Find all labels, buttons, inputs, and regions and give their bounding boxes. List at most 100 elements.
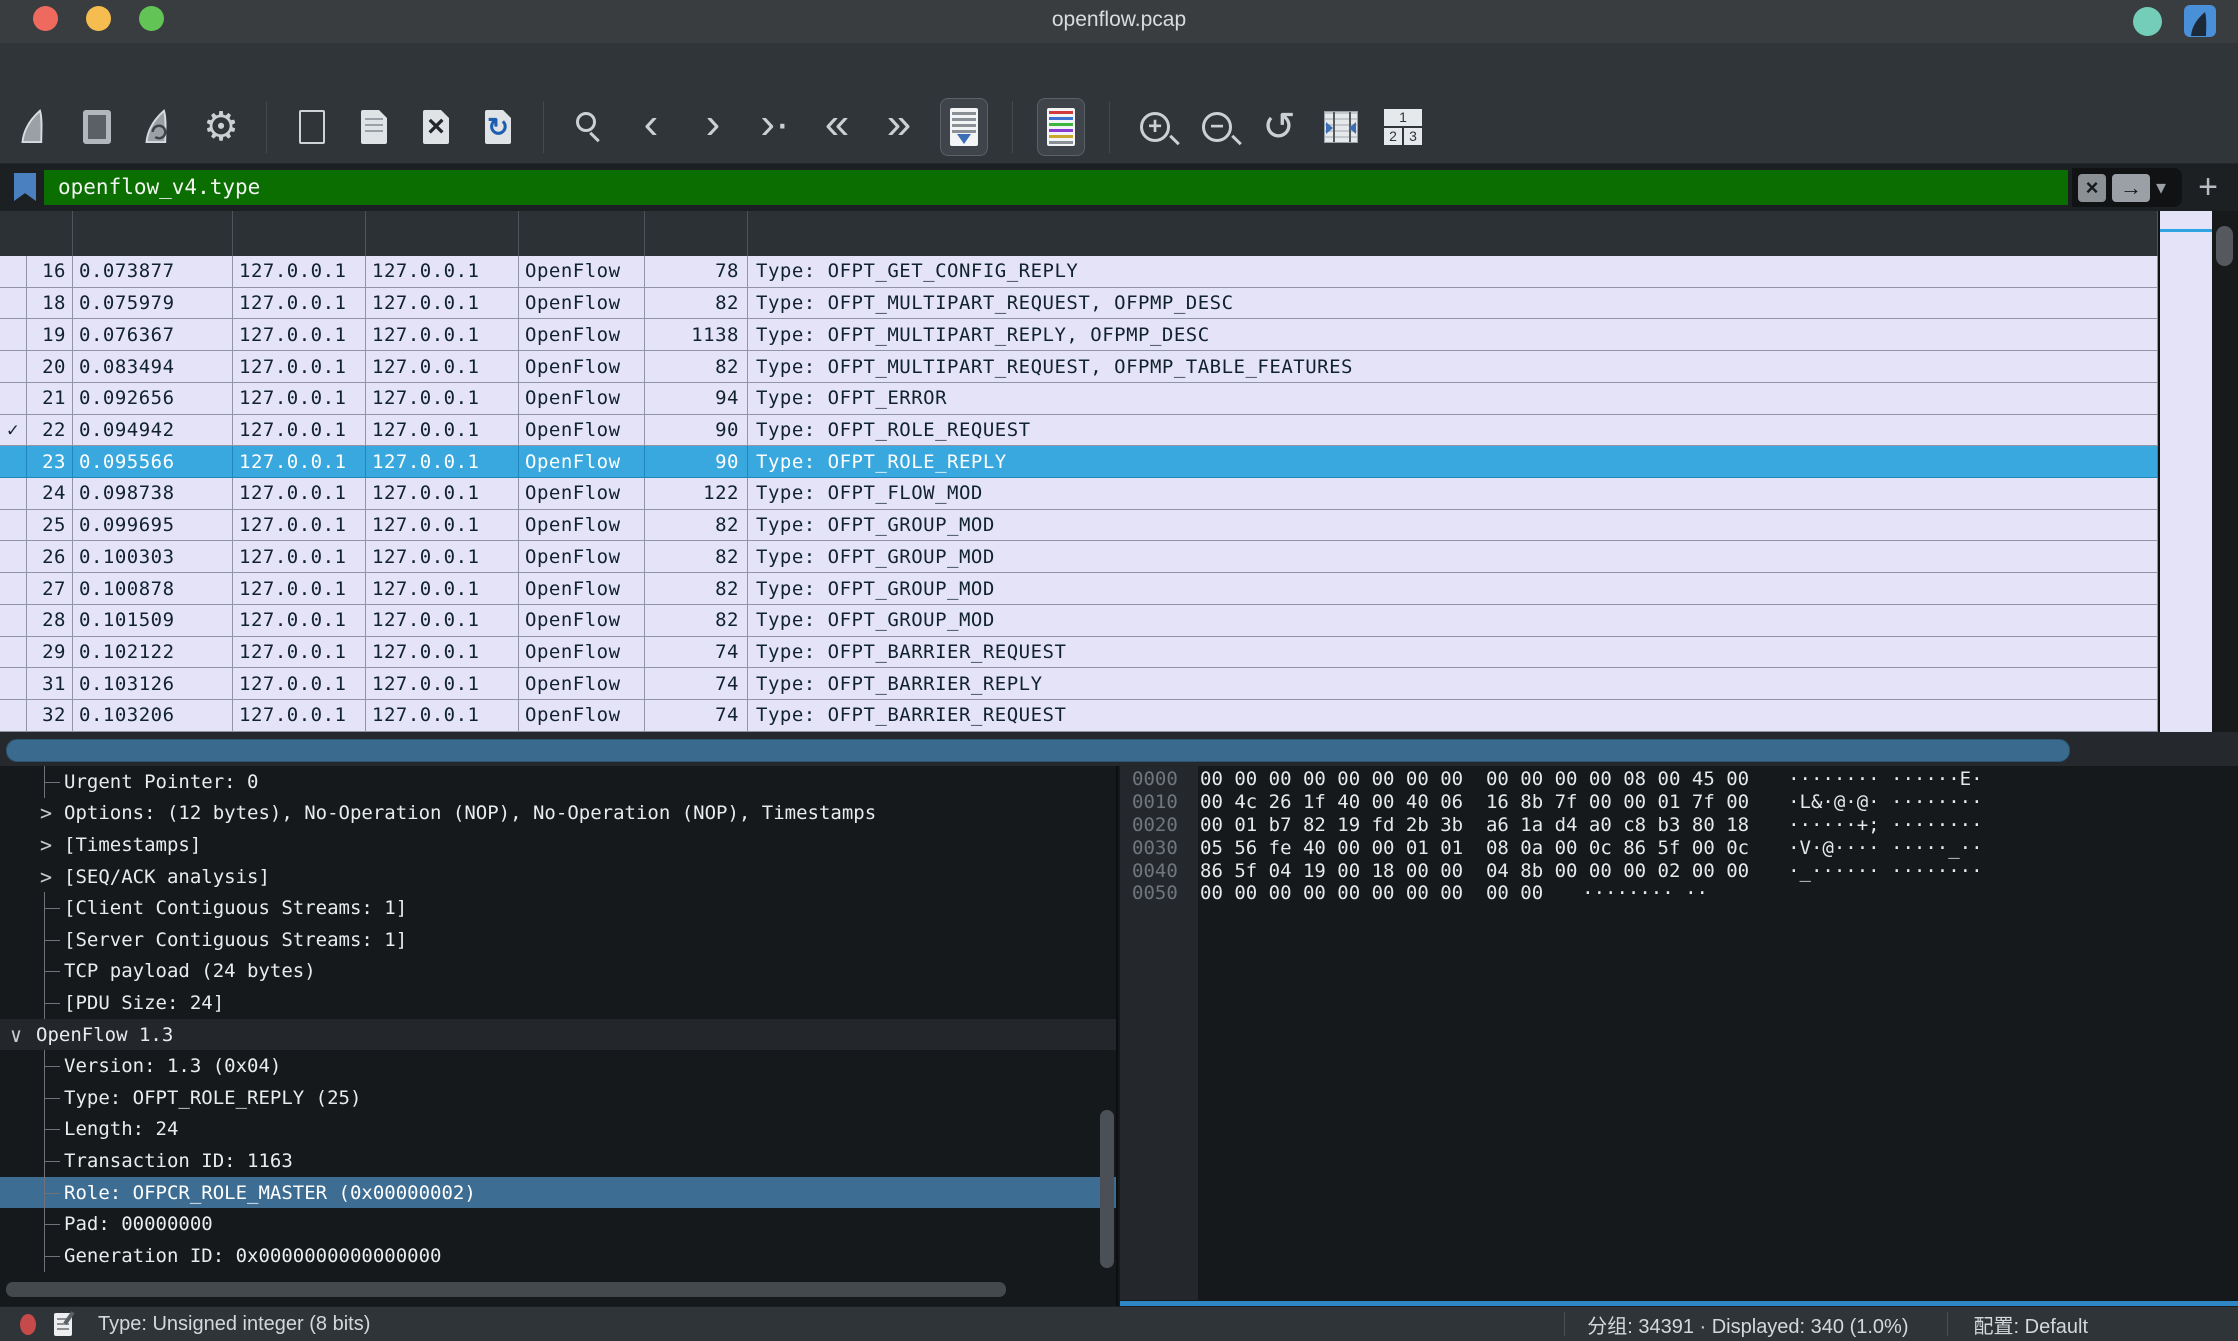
tree-expander-icon[interactable]	[38, 1114, 42, 1146]
packet-row[interactable]: ✓ 22 0.094942 127.0.0.1 127.0.0.1 OpenFl…	[0, 415, 2158, 447]
hex-row[interactable]: 0020 00 01 b7 82 19 fd 2b 3b a6 1a d4 a0…	[1120, 814, 2238, 837]
go-last-packet-button[interactable]: »	[878, 101, 920, 153]
packet-row[interactable]: 29 0.102122 127.0.0.1 127.0.0.1 OpenFlow…	[0, 637, 2158, 669]
detail-tree-row[interactable]: [Client Contiguous Streams: 1]	[0, 892, 1116, 924]
packet-row[interactable]: 18 0.075979 127.0.0.1 127.0.0.1 OpenFlow…	[0, 288, 2158, 320]
zoom-out-button[interactable]: −	[1196, 101, 1238, 153]
detail-tree-row[interactable]: Role: OFPCR_ROLE_MASTER (0x00000002)	[0, 1177, 1116, 1209]
detail-tree-row[interactable]: Urgent Pointer: 0	[0, 766, 1116, 798]
hex-bytes[interactable]: 00 4c 26 1f 40 00 40 06 16 8b 7f 00 00 0…	[1200, 791, 1749, 813]
start-capture-button[interactable]	[14, 101, 56, 153]
hex-row[interactable]: 0030 05 56 fe 40 00 00 01 01 08 0a 00 0c…	[1120, 836, 2238, 859]
auto-scroll-button[interactable]	[940, 98, 988, 156]
detail-tree-row[interactable]: Pad: 00000000	[0, 1208, 1116, 1240]
packet-row[interactable]: 31 0.103126 127.0.0.1 127.0.0.1 OpenFlow…	[0, 668, 2158, 700]
tree-expander-icon[interactable]	[38, 766, 42, 798]
packet-row[interactable]: 20 0.083494 127.0.0.1 127.0.0.1 OpenFlow…	[0, 351, 2158, 383]
tree-expander-icon[interactable]	[38, 1240, 42, 1272]
tree-expander-icon[interactable]: >	[38, 829, 54, 861]
detail-tree-row[interactable]: > [SEQ/ACK analysis]	[0, 861, 1116, 893]
capture-comment-icon[interactable]	[54, 1313, 72, 1336]
column-header[interactable]	[366, 211, 519, 256]
packet-row[interactable]: 32 0.103206 127.0.0.1 127.0.0.1 OpenFlow…	[0, 700, 2158, 732]
filter-history-caret[interactable]: ▾	[2156, 175, 2166, 200]
find-packet-button[interactable]	[568, 101, 610, 153]
save-file-button[interactable]	[353, 101, 395, 153]
tree-expander-icon[interactable]	[38, 892, 42, 924]
tree-expander-icon[interactable]	[38, 1082, 42, 1114]
packet-row[interactable]: 21 0.092656 127.0.0.1 127.0.0.1 OpenFlow…	[0, 383, 2158, 415]
hex-bytes[interactable]: 00 01 b7 82 19 fd 2b 3b a6 1a d4 a0 c8 b…	[1200, 814, 1749, 836]
scrollbar-thumb[interactable]	[6, 1282, 1006, 1297]
tree-expander-icon[interactable]: >	[38, 861, 54, 893]
column-header[interactable]	[645, 211, 748, 256]
packet-row[interactable]: 25 0.099695 127.0.0.1 127.0.0.1 OpenFlow…	[0, 510, 2158, 542]
scrollbar-thumb[interactable]	[1100, 1110, 1114, 1268]
tree-expander-icon[interactable]	[38, 924, 42, 956]
tree-expander-icon[interactable]	[38, 1208, 42, 1240]
tree-expander-icon[interactable]	[38, 956, 42, 988]
packet-row[interactable]: 26 0.100303 127.0.0.1 127.0.0.1 OpenFlow…	[0, 541, 2158, 573]
stop-capture-button[interactable]	[76, 101, 118, 153]
details-horizontal-scrollbar[interactable]	[0, 1282, 1090, 1298]
detail-tree-row[interactable]: TCP payload (24 bytes)	[0, 956, 1116, 988]
hex-row[interactable]: 0050 00 00 00 00 00 00 00 00 00 00 ·····…	[1120, 882, 2238, 905]
detail-tree-row[interactable]: Transaction ID: 1163	[0, 1145, 1116, 1177]
tree-expander-icon[interactable]	[38, 1050, 42, 1082]
layout-button[interactable]: 1 2 3	[1382, 101, 1424, 153]
display-filter-input[interactable]: openflow_v4.type	[44, 170, 2068, 205]
scrollbar-thumb[interactable]	[2216, 226, 2233, 266]
go-to-packet-button[interactable]: ›·	[754, 101, 796, 153]
detail-tree-row[interactable]: Generation ID: 0x0000000000000000	[0, 1240, 1116, 1272]
packet-list-horizontal-scrollbar[interactable]	[0, 732, 2238, 766]
packet-row[interactable]: 27 0.100878 127.0.0.1 127.0.0.1 OpenFlow…	[0, 573, 2158, 605]
column-header[interactable]	[73, 211, 233, 256]
hex-bytes[interactable]: 00 00 00 00 00 00 00 00 00 00 00 00 08 0…	[1200, 768, 1749, 790]
open-file-button[interactable]	[291, 101, 333, 153]
resize-columns-button[interactable]	[1320, 101, 1362, 153]
packet-list-vertical-scrollbar[interactable]	[2212, 211, 2238, 732]
filter-clear-button[interactable]: ×	[2078, 174, 2106, 202]
hex-row[interactable]: 0000 00 00 00 00 00 00 00 00 00 00 00 00…	[1120, 768, 2238, 791]
tree-expander-icon[interactable]	[38, 987, 42, 1019]
expert-info-icon[interactable]	[20, 1314, 36, 1335]
detail-tree-row[interactable]: [Server Contiguous Streams: 1]	[0, 924, 1116, 956]
tree-expander-icon[interactable]: >	[38, 798, 54, 830]
profile-selector[interactable]: 配置: Default	[1948, 1310, 2238, 1339]
column-header[interactable]	[233, 211, 366, 256]
tree-expander-icon[interactable]	[38, 1177, 42, 1209]
zoom-in-button[interactable]: +	[1134, 101, 1176, 153]
filter-add-button[interactable]: +	[2190, 168, 2226, 207]
detail-tree-row[interactable]: > [Timestamps]	[0, 829, 1116, 861]
hex-bytes[interactable]: 05 56 fe 40 00 00 01 01 08 0a 00 0c 86 5…	[1200, 837, 1749, 859]
filter-apply-button[interactable]: →	[2112, 174, 2150, 202]
packet-row[interactable]: 16 0.073877 127.0.0.1 127.0.0.1 OpenFlow…	[0, 256, 2158, 288]
go-forward-button[interactable]: ›	[692, 101, 734, 153]
hex-bytes[interactable]: 86 5f 04 19 00 18 00 00 04 8b 00 00 00 0…	[1200, 860, 1749, 882]
column-header[interactable]	[748, 211, 2158, 256]
go-first-packet-button[interactable]: «	[816, 101, 858, 153]
colorize-packets-button[interactable]	[1037, 98, 1085, 156]
detail-tree-row[interactable]: [PDU Size: 24]	[0, 987, 1116, 1019]
detail-tree-row[interactable]: Length: 24	[0, 1114, 1116, 1146]
hex-row[interactable]: 0040 86 5f 04 19 00 18 00 00 04 8b 00 00…	[1120, 859, 2238, 882]
packet-row[interactable]: 19 0.076367 127.0.0.1 127.0.0.1 OpenFlow…	[0, 319, 2158, 351]
column-header[interactable]	[519, 211, 645, 256]
column-header[interactable]	[0, 211, 73, 256]
packet-row[interactable]: 24 0.098738 127.0.0.1 127.0.0.1 OpenFlow…	[0, 478, 2158, 510]
detail-tree-row[interactable]: Version: 1.3 (0x04)	[0, 1050, 1116, 1082]
detail-tree-row[interactable]: > Options: (12 bytes), No-Operation (NOP…	[0, 798, 1116, 830]
go-back-button[interactable]: ‹	[630, 101, 672, 153]
capture-options-button[interactable]: ⚙	[200, 101, 242, 153]
scrollbar-thumb[interactable]	[6, 739, 2070, 762]
packet-row[interactable]: 23 0.095566 127.0.0.1 127.0.0.1 OpenFlow…	[0, 446, 2158, 478]
reload-file-button[interactable]: ↻	[477, 101, 519, 153]
tree-expander-icon[interactable]: ∨	[8, 1019, 24, 1051]
intelligent-scrollbar-minimap[interactable]	[2158, 211, 2212, 732]
details-vertical-scrollbar[interactable]	[1100, 766, 1114, 1306]
hex-row[interactable]: 0010 00 4c 26 1f 40 00 40 06 16 8b 7f 00…	[1120, 791, 2238, 814]
packet-row[interactable]: 28 0.101509 127.0.0.1 127.0.0.1 OpenFlow…	[0, 605, 2158, 637]
detail-tree-row[interactable]: Type: OFPT_ROLE_REPLY (25)	[0, 1082, 1116, 1114]
hex-bytes[interactable]: 00 00 00 00 00 00 00 00 00 00	[1200, 882, 1543, 904]
detail-tree-row[interactable]: ∨ OpenFlow 1.3	[0, 1019, 1116, 1051]
